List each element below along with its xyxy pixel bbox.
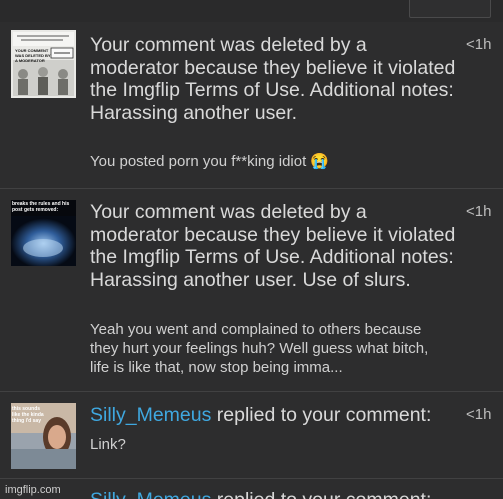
meme-thumbnail[interactable]: breaks the rules and his post gets remov… [11, 200, 76, 266]
notification-item[interactable]: breaks the rules and his post gets remov… [0, 189, 503, 392]
notification-message: Your comment was deleted by a moderator … [90, 34, 456, 124]
notification-message: Your comment was deleted by a moderator … [90, 201, 456, 291]
meme-thumbnail[interactable]: this sounds like the kinda thing i'd say [11, 403, 76, 469]
meme-thumbnail[interactable]: YOUR COMMENT WAS DELETED BY A MODERATOR [11, 30, 76, 98]
notifications-screen: YOUR COMMENT WAS DELETED BY A MODERATOR … [0, 0, 503, 499]
username-link[interactable]: Silly_Memeus [90, 404, 211, 426]
username-link[interactable]: Silly_Memeus [90, 489, 211, 499]
deleted-comment-text[interactable]: Yeah you went and complained to others b… [90, 320, 450, 377]
thumbnail-caption: this sounds like the kinda thing i'd say [12, 406, 44, 424]
thumbnail-caption: YOUR COMMENT WAS DELETED BY A MODERATOR [15, 48, 51, 63]
reply-comment-text[interactable]: Link? [90, 435, 450, 454]
notification-time: <1h [466, 203, 492, 220]
reply-action-text: replied to your comment: [211, 489, 432, 499]
next-notification-peek[interactable]: Silly_Memeus replied to your comment: [90, 489, 431, 499]
notification-time: <1h [466, 406, 492, 423]
notification-time: <1h [466, 36, 492, 53]
thumbnail-caption: breaks the rules and his post gets remov… [12, 201, 70, 213]
notification-item[interactable]: YOUR COMMENT WAS DELETED BY A MODERATOR … [0, 22, 503, 189]
imgflip-watermark: imgflip.com [5, 484, 61, 496]
top-bar [0, 0, 503, 23]
meme-thumbnail-image [11, 30, 76, 98]
top-button[interactable] [409, 0, 491, 18]
reply-action-text: replied to your comment: [211, 404, 432, 426]
notification-item[interactable]: this sounds like the kinda thing i'd say… [0, 392, 503, 479]
reply-header: Silly_Memeus replied to your comment: [90, 404, 458, 427]
deleted-comment-text[interactable]: You posted porn you f**king idiot 😭 [90, 152, 450, 171]
